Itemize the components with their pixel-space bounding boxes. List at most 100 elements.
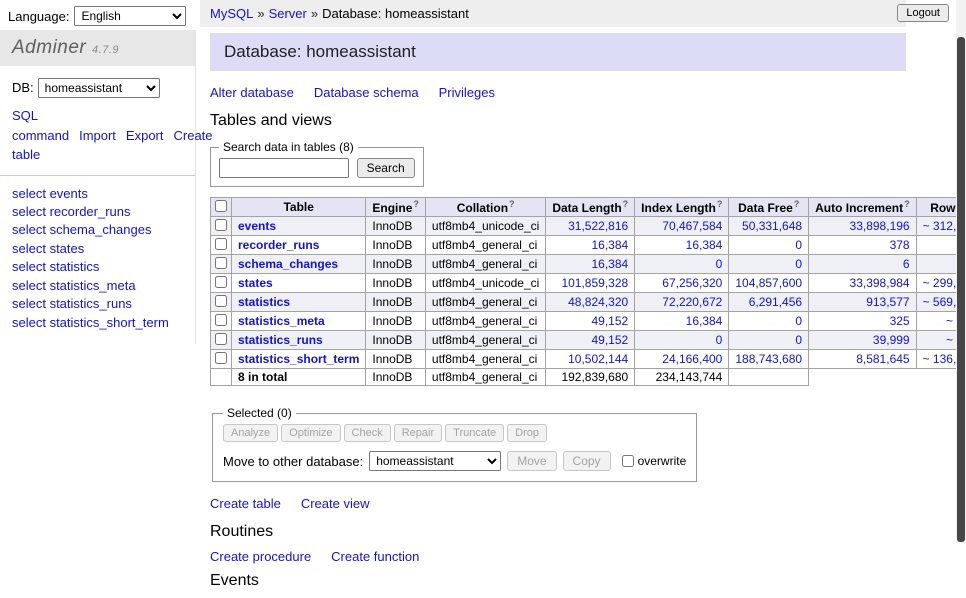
help-icon[interactable]: ? xyxy=(413,199,419,209)
data-length-link[interactable]: 31,522,816 xyxy=(568,219,628,233)
data-free-link[interactable]: 0 xyxy=(795,314,802,328)
sidebar-action-sql-command[interactable]: SQL command xyxy=(12,108,69,143)
create-link-create-table[interactable]: Create table xyxy=(210,496,281,511)
auto-increment-link[interactable]: 39,999 xyxy=(873,333,910,347)
row-checkbox[interactable] xyxy=(215,276,227,288)
table-link-statistics-runs[interactable]: statistics_runs xyxy=(238,333,323,347)
table-link-schema-changes[interactable]: schema_changes xyxy=(238,257,338,271)
data-length-link[interactable]: 10,502,144 xyxy=(568,352,628,366)
overwrite-checkbox[interactable] xyxy=(622,455,634,467)
data-length-link[interactable]: 16,384 xyxy=(591,238,628,252)
sidebar-action-import[interactable]: Import xyxy=(79,128,116,143)
check-button[interactable]: Check xyxy=(344,424,391,442)
repair-button[interactable]: Repair xyxy=(394,424,442,442)
index-length-link[interactable]: 72,220,672 xyxy=(662,295,722,309)
data-free-link[interactable]: 6,291,456 xyxy=(749,295,802,309)
index-length-link[interactable]: 24,166,400 xyxy=(662,352,722,366)
data-length-link[interactable]: 49,152 xyxy=(591,314,628,328)
db-select[interactable]: homeassistant xyxy=(38,78,160,98)
index-length-link[interactable]: 67,256,320 xyxy=(662,276,722,290)
scrollbar[interactable] xyxy=(956,0,966,543)
auto-increment-link[interactable]: 33,398,984 xyxy=(850,276,910,290)
routine-link-create-function[interactable]: Create function xyxy=(331,549,419,564)
row-checkbox[interactable] xyxy=(215,257,227,269)
auto-increment-link[interactable]: 8,581,645 xyxy=(856,352,909,366)
data-length-link[interactable]: 16,384 xyxy=(591,257,628,271)
sidebar-select-statistics-runs[interactable]: select statistics_runs xyxy=(12,295,195,313)
auto-increment-link[interactable]: 6 xyxy=(903,257,910,271)
help-icon[interactable]: ? xyxy=(904,199,910,209)
scrollbar-thumb[interactable] xyxy=(957,37,965,542)
selected-legend: Selected (0) xyxy=(223,406,296,420)
index-length-link[interactable]: 16,384 xyxy=(686,314,723,328)
column-header-auto-increment[interactable]: Auto Increment? xyxy=(809,198,917,217)
data-free-link[interactable]: 50,331,648 xyxy=(742,219,802,233)
column-header-data-free[interactable]: Data Free? xyxy=(729,198,809,217)
search-input[interactable] xyxy=(219,158,349,178)
data-free-link[interactable]: 0 xyxy=(795,257,802,271)
data-free-link[interactable]: 0 xyxy=(795,238,802,252)
index-length-link[interactable]: 0 xyxy=(716,333,723,347)
help-icon[interactable]: ? xyxy=(717,199,723,209)
row-checkbox[interactable] xyxy=(215,219,227,231)
breadcrumb-link-mysql[interactable]: MySQL xyxy=(210,6,253,21)
auto-increment-link[interactable]: 378 xyxy=(890,238,910,252)
sidebar-select-statistics-short-term[interactable]: select statistics_short_term xyxy=(12,314,195,332)
data-free-link[interactable]: 104,857,600 xyxy=(735,276,802,290)
logout-button[interactable]: Logout xyxy=(897,4,949,22)
analyze-button[interactable]: Analyze xyxy=(223,424,278,442)
language-select[interactable]: English xyxy=(74,6,186,26)
row-checkbox[interactable] xyxy=(215,238,227,250)
index-length-link[interactable]: 16,384 xyxy=(686,238,723,252)
row-checkbox[interactable] xyxy=(215,314,227,326)
row-checkbox[interactable] xyxy=(215,333,227,345)
sidebar-action-export[interactable]: Export xyxy=(126,128,164,143)
column-header-data-length[interactable]: Data Length? xyxy=(546,198,635,217)
db-action-alter-database[interactable]: Alter database xyxy=(210,85,294,100)
table-link-statistics-meta[interactable]: statistics_meta xyxy=(238,314,325,328)
column-header-engine[interactable]: Engine? xyxy=(366,198,426,217)
search-button[interactable]: Search xyxy=(357,158,415,178)
data-length-link[interactable]: 48,824,320 xyxy=(568,295,628,309)
sidebar-select-events[interactable]: select events xyxy=(12,185,195,203)
sidebar-select-recorder-runs[interactable]: select recorder_runs xyxy=(12,203,195,221)
sidebar-select-states[interactable]: select states xyxy=(12,240,195,258)
db-action-database-schema[interactable]: Database schema xyxy=(314,85,419,100)
auto-increment-link[interactable]: 913,577 xyxy=(866,295,909,309)
help-icon[interactable]: ? xyxy=(623,199,629,209)
column-header-index-length[interactable]: Index Length? xyxy=(635,198,729,217)
breadcrumb-link-server[interactable]: Server xyxy=(269,6,307,21)
table-link-statistics-short-term[interactable]: statistics_short_term xyxy=(238,352,359,366)
index-length-link[interactable]: 0 xyxy=(716,257,723,271)
column-header-collation[interactable]: Collation? xyxy=(425,198,545,217)
table-link-recorder-runs[interactable]: recorder_runs xyxy=(238,238,319,252)
table-link-states[interactable]: states xyxy=(238,276,273,290)
truncate-button[interactable]: Truncate xyxy=(445,424,504,442)
data-free-link[interactable]: 0 xyxy=(795,333,802,347)
data-free-link[interactable]: 188,743,680 xyxy=(735,352,802,366)
sidebar-select-schema-changes[interactable]: select schema_changes xyxy=(12,221,195,239)
auto-increment-link[interactable]: 325 xyxy=(890,314,910,328)
copy-button[interactable]: Copy xyxy=(563,451,611,471)
row-checkbox[interactable] xyxy=(215,352,227,364)
db-action-privileges[interactable]: Privileges xyxy=(439,85,495,100)
optimize-button[interactable]: Optimize xyxy=(281,424,340,442)
data-length-link[interactable]: 101,859,328 xyxy=(561,276,628,290)
help-icon[interactable]: ? xyxy=(794,199,800,209)
drop-button[interactable]: Drop xyxy=(507,424,547,442)
row-checkbox[interactable] xyxy=(215,295,227,307)
column-header-table[interactable]: Table xyxy=(232,198,366,217)
data-length-link[interactable]: 49,152 xyxy=(591,333,628,347)
select-all-checkbox[interactable] xyxy=(215,200,227,212)
routine-link-create-procedure[interactable]: Create procedure xyxy=(210,549,311,564)
create-link-create-view[interactable]: Create view xyxy=(301,496,370,511)
table-link-events[interactable]: events xyxy=(238,219,276,233)
index-length-link[interactable]: 70,467,584 xyxy=(662,219,722,233)
auto-increment-link[interactable]: 33,898,196 xyxy=(850,219,910,233)
move-button[interactable]: Move xyxy=(507,451,556,471)
sidebar-select-statistics[interactable]: select statistics xyxy=(12,258,195,276)
help-icon[interactable]: ? xyxy=(509,199,515,209)
move-db-select[interactable]: homeassistant xyxy=(369,451,501,471)
table-link-statistics[interactable]: statistics xyxy=(238,295,290,309)
sidebar-select-statistics-meta[interactable]: select statistics_meta xyxy=(12,277,195,295)
